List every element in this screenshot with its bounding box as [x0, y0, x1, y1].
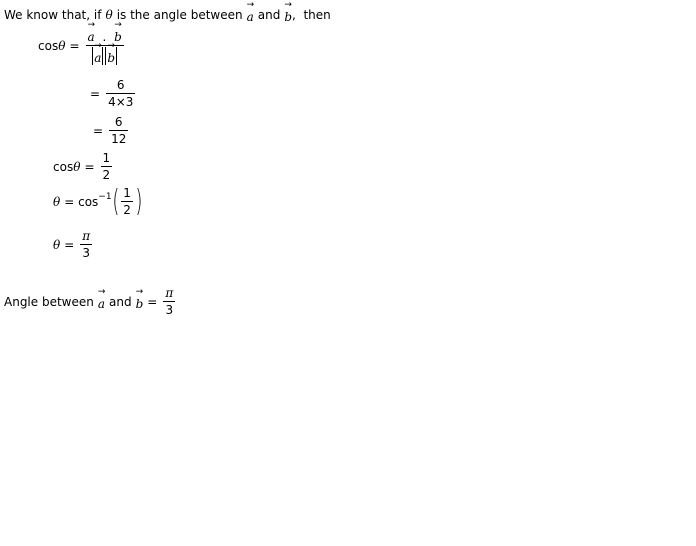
intro-text-3: , then	[292, 8, 331, 22]
vector-b: → b	[135, 287, 144, 311]
fraction-denominator: 12	[111, 132, 127, 146]
step-2: = 6 4×3	[90, 78, 137, 109]
conclusion-label: Angle between	[4, 294, 94, 309]
left-paren: (	[111, 183, 119, 219]
vector-arrow-icon: →	[94, 41, 102, 51]
conclusion-and: and	[109, 294, 132, 309]
vector-arrow-icon: →	[87, 20, 96, 30]
cos-label: cos	[53, 159, 74, 174]
inverse-exponent: −1	[98, 191, 112, 202]
page: { "intro": { "part1": "We know that, if"…	[0, 0, 696, 546]
vector-a-letter: a	[94, 51, 102, 65]
step-6: θ = π 3	[53, 229, 94, 260]
vector-b: → b	[284, 0, 293, 24]
vector-arrow-icon: →	[246, 0, 255, 10]
fraction: 1 2	[100, 151, 113, 182]
vector-b-letter: b	[135, 296, 144, 311]
magnitude-a: → a	[92, 41, 104, 65]
equals-sign: =	[93, 123, 104, 138]
right-paren: )	[135, 183, 143, 219]
fraction-numerator: 6	[114, 115, 123, 129]
fraction-denominator: 3	[165, 303, 174, 317]
intro-and: and	[257, 8, 281, 22]
fraction-bar	[85, 45, 124, 46]
theta-symbol: θ	[53, 237, 61, 252]
cos-label: cos	[38, 38, 59, 53]
fraction-bar	[80, 244, 93, 245]
fraction-bar	[109, 130, 129, 131]
fraction-bar	[121, 201, 133, 202]
fraction-bar	[163, 301, 176, 302]
magnitude-b: → b	[105, 41, 118, 65]
step-3: = 6 12	[93, 115, 130, 146]
theta-symbol: θ	[73, 159, 81, 174]
fraction-denominator: → a → b	[89, 41, 120, 65]
vector-arrow-icon: →	[114, 20, 122, 30]
fraction-bar	[106, 93, 136, 94]
equals-sign: =	[84, 159, 95, 174]
equals-sign: =	[69, 38, 80, 53]
fraction-denominator: 3	[82, 246, 91, 260]
step-5: θ = cos −1 ( 1 2 )	[53, 186, 143, 217]
fraction-denominator: 4×3	[108, 95, 134, 109]
fraction-bar	[100, 166, 113, 167]
theta-symbol: θ	[105, 8, 113, 22]
fraction-denominator: 2	[102, 168, 111, 182]
vector-arrow-icon: →	[107, 41, 115, 51]
fraction-numerator: 1	[123, 186, 131, 200]
theta-symbol: θ	[53, 194, 61, 209]
conclusion-line: Angle between → a and → b = π 3	[4, 286, 177, 317]
vector-b-letter: b	[284, 10, 293, 24]
vector-a: → a	[94, 41, 102, 65]
vector-a-letter: a	[97, 296, 106, 311]
step-1: cos θ = → a . → b → a → b	[38, 20, 126, 65]
vector-b-letter: b	[114, 30, 122, 44]
vector-b: → b	[114, 20, 122, 44]
vector-arrow-icon: →	[135, 286, 144, 297]
vector-a-letter: a	[246, 10, 254, 24]
fraction-denominator: 2	[123, 203, 131, 217]
fraction-numerator: 6	[116, 78, 125, 92]
fraction: 1 2	[121, 186, 133, 217]
equals-sign: =	[90, 86, 101, 101]
vector-arrow-icon: →	[97, 286, 106, 297]
fraction-numerator: π	[165, 286, 174, 300]
vector-a: → a	[246, 0, 255, 24]
equals-cos: = cos	[64, 194, 99, 209]
vector-b-letter: b	[107, 51, 116, 65]
vector-arrow-icon: →	[284, 0, 292, 10]
dot-operator: .	[102, 30, 107, 44]
fraction-numerator: 1	[102, 151, 111, 165]
fraction: π 3	[163, 286, 176, 317]
equals-sign: =	[147, 294, 158, 309]
fraction-numerator: → a . → b	[86, 20, 124, 44]
vector-a: → a	[97, 287, 106, 311]
fraction: 6 12	[109, 115, 129, 146]
fraction-numerator: π	[82, 229, 91, 243]
intro-text-2: is the angle between	[116, 8, 243, 22]
vector-b: → b	[107, 41, 116, 65]
dot-product-fraction: → a . → b → a → b	[85, 20, 124, 65]
step-4: cos θ = 1 2	[53, 151, 114, 182]
intro-line: We know that, if θ is the angle between …	[4, 0, 331, 24]
fraction: 6 4×3	[106, 78, 136, 109]
equals-sign: =	[64, 237, 75, 252]
fraction: π 3	[80, 229, 93, 260]
theta-symbol: θ	[58, 38, 66, 53]
